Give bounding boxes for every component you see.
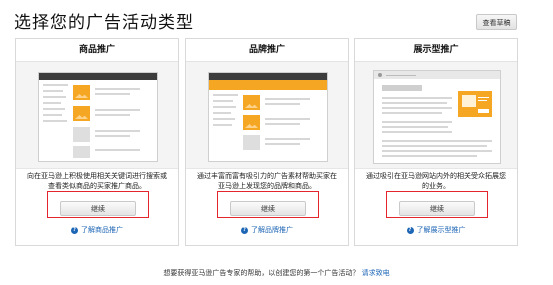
card-title: 商品推广	[16, 39, 178, 62]
sponsored-display-illustration	[355, 62, 517, 169]
sponsored-products-illustration	[16, 62, 178, 169]
card-description: 通过吸引在亚马逊网站内外的相关受众拓展您的业务。	[366, 172, 506, 190]
sponsored-brands-illustration	[186, 62, 348, 169]
question-circle-icon: ?	[241, 226, 248, 234]
campaign-card-sponsored-display: 展示型推广 通过吸引在亚马逊网站内外的相关受众拓展您的业务。 继续 ? 了解展示…	[354, 38, 518, 246]
card-description: 通过丰富而富有吸引力的广告素材帮助买家在亚马逊上发现您的品牌和商品。	[197, 172, 337, 190]
learn-more-link-sponsored-products[interactable]: ? 了解商品推广	[16, 225, 178, 235]
view-drafts-button[interactable]: 查看草稿	[476, 14, 517, 30]
learn-more-label: 了解品牌推广	[251, 226, 293, 234]
learn-more-link-sponsored-brands[interactable]: ? 了解品牌推广	[186, 225, 348, 235]
help-footer: 想要获得亚马逊广告专家的帮助，以创建您的第一个广告活动？ 请求致电	[0, 268, 553, 278]
campaign-card-sponsored-products: 商品推广 向在亚马逊上积极使用相关关键词进行搜索或查看类似商品的买家推广商品。 …	[15, 38, 179, 246]
question-circle-icon: ?	[71, 226, 78, 234]
request-call-link[interactable]: 请求致电	[362, 269, 390, 277]
card-title: 品牌推广	[186, 39, 348, 62]
continue-button-sponsored-brands[interactable]: 继续	[230, 201, 306, 216]
footer-text: 想要获得亚马逊广告专家的帮助，以创建您的第一个广告活动？	[163, 269, 360, 277]
page-title: 选择您的广告活动类型	[14, 13, 194, 33]
campaign-card-sponsored-brands: 品牌推广 通过丰富而富有吸引力的广告素材帮助买家在亚马逊上发现您的品牌和商品。 …	[185, 38, 349, 246]
card-title: 展示型推广	[355, 39, 517, 62]
continue-button-sponsored-products[interactable]: 继续	[60, 201, 136, 216]
card-description: 向在亚马逊上积极使用相关关键词进行搜索或查看类似商品的买家推广商品。	[27, 172, 167, 190]
learn-more-label: 了解展示型推广	[416, 226, 466, 234]
continue-button-sponsored-display[interactable]: 继续	[399, 201, 475, 216]
learn-more-link-sponsored-display[interactable]: ? 了解展示型推广	[355, 225, 517, 235]
question-circle-icon: ?	[406, 226, 414, 234]
learn-more-label: 了解商品推广	[81, 226, 123, 234]
